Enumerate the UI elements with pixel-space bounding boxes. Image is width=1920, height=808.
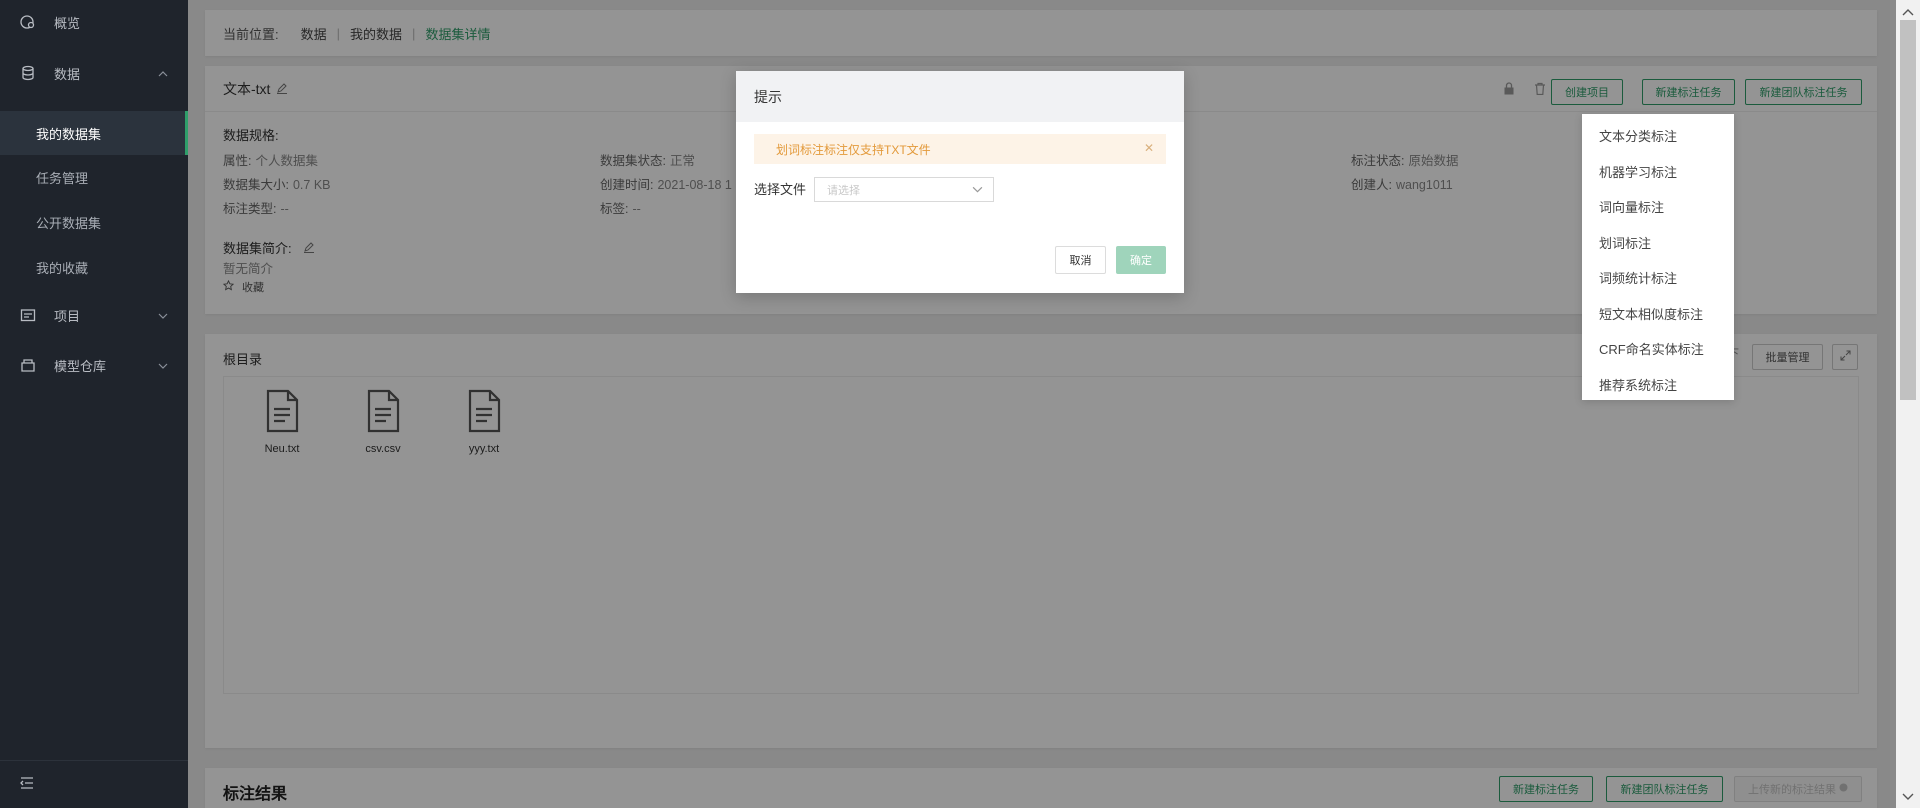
dialog-title: 提示 [754, 88, 782, 105]
dialog-header: 提示 [736, 71, 1184, 122]
sidebar-subitem-label: 我的收藏 [36, 260, 89, 276]
sidebar-subitem-task-management[interactable]: 任务管理 [0, 155, 188, 199]
sidebar-item-data[interactable]: 数据 [0, 53, 188, 93]
sidebar-item-overview[interactable]: 概览 [0, 2, 188, 42]
sidebar-subitem-label: 任务管理 [36, 170, 89, 186]
sidebar-subitem-label: 公开数据集 [36, 215, 102, 231]
sidebar-item-model-store[interactable]: 模型仓库 [0, 345, 188, 385]
menu-item-machine-learning[interactable]: 机器学习标注 [1582, 154, 1734, 190]
file-select[interactable]: 请选择 [814, 177, 994, 202]
project-icon [20, 307, 36, 323]
scroll-down-icon[interactable] [1902, 789, 1914, 804]
sidebar-item-label: 数据 [54, 66, 81, 82]
sidebar: 概览 数据 我的数据集 任务管理 公开数据集 我的收藏 项目 模型仓库 [0, 0, 188, 808]
collapse-sidebar-button[interactable] [0, 760, 188, 808]
sidebar-item-label: 项目 [54, 308, 81, 324]
menu-item-crf-ner[interactable]: CRF命名实体标注 [1582, 331, 1734, 367]
sidebar-subitem-favorites[interactable]: 我的收藏 [0, 245, 188, 289]
sidebar-item-project[interactable]: 项目 [0, 295, 188, 335]
menu-item-recommender[interactable]: 推荐系统标注 [1582, 367, 1734, 403]
chevron-down-icon [972, 184, 983, 198]
cancel-button[interactable]: 取消 [1055, 246, 1106, 274]
menu-item-word-frequency[interactable]: 词频统计标注 [1582, 260, 1734, 296]
menu-item-word-vector[interactable]: 词向量标注 [1582, 189, 1734, 225]
scroll-up-icon[interactable] [1902, 4, 1914, 19]
menu-item-text-classification[interactable]: 文本分类标注 [1582, 118, 1734, 154]
alert-text: 划词标注标注仅支持TXT文件 [776, 142, 931, 157]
close-icon[interactable]: ✕ [1144, 141, 1154, 155]
select-file-label: 选择文件 [754, 182, 807, 197]
label-type-menu: 文本分类标注 机器学习标注 词向量标注 划词标注 词频统计标注 短文本相似度标注… [1582, 114, 1734, 400]
confirm-button[interactable]: 确定 [1116, 246, 1166, 274]
sidebar-item-label: 概览 [54, 15, 81, 31]
select-placeholder: 请选择 [827, 184, 860, 197]
warning-alert: 划词标注标注仅支持TXT文件 ✕ [754, 134, 1166, 164]
database-icon [20, 65, 36, 81]
sidebar-subitem-my-datasets[interactable]: 我的数据集 [0, 111, 188, 155]
page-scrollbar[interactable] [1896, 0, 1920, 808]
sidebar-subitem-label: 我的数据集 [36, 126, 102, 142]
menu-fold-icon [20, 776, 34, 793]
sidebar-subitem-public-datasets[interactable]: 公开数据集 [0, 200, 188, 244]
chevron-down-icon [158, 309, 168, 324]
model-store-icon [20, 357, 36, 373]
prompt-dialog: 提示 划词标注标注仅支持TXT文件 ✕ 选择文件 请选择 取消 确定 [736, 71, 1184, 293]
menu-item-text-similarity[interactable]: 短文本相似度标注 [1582, 296, 1734, 332]
sidebar-item-label: 模型仓库 [54, 358, 107, 374]
scrollbar-thumb[interactable] [1900, 20, 1916, 400]
menu-item-word-segmentation[interactable]: 划词标注 [1582, 225, 1734, 261]
chevron-down-icon [158, 359, 168, 374]
chevron-up-icon [158, 67, 168, 82]
overview-icon [20, 14, 36, 30]
